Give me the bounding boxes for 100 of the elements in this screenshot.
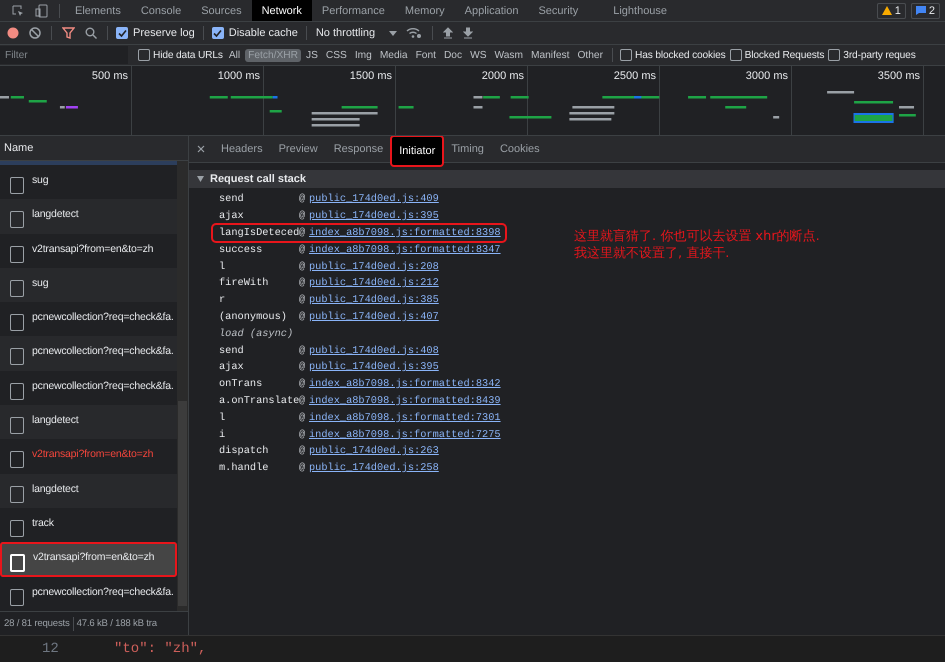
record-icon[interactable]: [7, 27, 19, 39]
source-link[interactable]: public_174d0ed.js:258: [309, 462, 439, 474]
warning-badge[interactable]: 1: [876, 2, 906, 18]
devtools-tab[interactable]: Console: [130, 0, 192, 21]
devtools-tab[interactable]: Performance: [312, 0, 395, 21]
checkbox[interactable]: [620, 49, 632, 61]
scrollbar[interactable]: [177, 161, 188, 611]
document-icon: [10, 246, 24, 263]
source-link[interactable]: public_174d0ed.js:408: [309, 344, 439, 357]
devtools-tab[interactable]: Elements: [65, 0, 131, 21]
source-link[interactable]: public_174d0ed.js:395: [309, 361, 439, 374]
detail-tab[interactable]: Preview: [270, 136, 326, 162]
source-link[interactable]: public_174d0ed.js:395: [309, 210, 439, 222]
checkbox[interactable]: [116, 27, 128, 39]
devtools-tab[interactable]: Application: [454, 0, 528, 21]
source-link[interactable]: index_a8b7098.js:formatted:7275: [309, 428, 501, 441]
detail-tab[interactable]: Initiator: [391, 136, 444, 166]
preserve-log-checkbox[interactable]: Preserve log: [116, 27, 195, 39]
filter-option-checkbox[interactable]: 3rd-party reques: [828, 49, 916, 61]
caret-icon: [389, 30, 398, 36]
type-filter-button[interactable]: WS: [467, 48, 490, 62]
type-filter-button[interactable]: Img: [352, 48, 375, 62]
function-name: m.handle: [219, 462, 270, 474]
device-toggle-icon[interactable]: [35, 4, 49, 18]
request-row[interactable]: sug: [0, 268, 177, 302]
function-name: a.onTranslate: [219, 394, 299, 407]
checkbox[interactable]: [138, 49, 150, 61]
filter-icon[interactable]: [62, 27, 75, 39]
source-link[interactable]: index_a8b7098.js:formatted:8439: [309, 394, 501, 407]
source-link[interactable]: public_174d0ed.js:409: [309, 193, 439, 206]
time-tick-label: 1000 ms: [218, 70, 260, 82]
devtools-tab[interactable]: Network: [252, 0, 312, 21]
filter-option-checkbox[interactable]: Has blocked cookies: [620, 49, 726, 61]
source-link[interactable]: public_174d0ed.js:212: [309, 277, 439, 290]
checkbox[interactable]: [828, 49, 840, 61]
badge-count: 1: [894, 4, 901, 16]
call-stack-header[interactable]: Request call stack: [189, 170, 945, 188]
source-link[interactable]: index_a8b7098.js:formatted:8398: [309, 226, 501, 239]
at-sign: @: [299, 310, 306, 323]
close-icon[interactable]: [197, 145, 205, 153]
filter-option-checkbox[interactable]: Blocked Requests: [730, 49, 824, 61]
request-row[interactable]: langdetect: [0, 474, 177, 508]
type-filter-button[interactable]: Other: [574, 48, 606, 62]
devtools-tab[interactable]: Sources: [191, 0, 252, 21]
devtools-tab[interactable]: Memory: [394, 0, 455, 21]
function-name: onTrans: [219, 378, 264, 390]
detail-tab[interactable]: Cookies: [492, 136, 548, 162]
line-number: 12: [41, 641, 60, 657]
type-filter-button[interactable]: JS: [302, 48, 321, 62]
function-name: dispatch: [219, 445, 270, 458]
source-link[interactable]: public_174d0ed.js:407: [309, 310, 439, 323]
message-badge[interactable]: 2: [910, 2, 940, 18]
document-icon: [10, 177, 24, 194]
checkbox[interactable]: [212, 27, 224, 39]
request-row[interactable]: langdetect: [0, 199, 177, 234]
source-link[interactable]: public_174d0ed.js:263: [309, 445, 439, 458]
wifi-settings-icon[interactable]: [406, 27, 422, 39]
type-filter-button[interactable]: CSS: [322, 48, 350, 62]
detail-tab[interactable]: Response: [326, 136, 392, 162]
source-link[interactable]: index_a8b7098.js:formatted:8347: [309, 244, 501, 256]
devtools-tab[interactable]: Security: [528, 0, 588, 21]
detail-tab[interactable]: Timing: [443, 136, 492, 162]
inspect-icon[interactable]: [11, 4, 25, 18]
download-icon[interactable]: [463, 27, 474, 39]
checkbox[interactable]: [730, 49, 742, 61]
source-link[interactable]: index_a8b7098.js:formatted:8342: [309, 378, 501, 390]
filter-field[interactable]: Filter: [0, 46, 128, 64]
search-icon[interactable]: [85, 27, 97, 39]
devtools-tab[interactable]: Lighthouse: [588, 0, 678, 21]
clear-icon[interactable]: [29, 27, 41, 39]
type-filter-button[interactable]: Manifest: [528, 48, 572, 62]
hide-data-urls-checkbox[interactable]: Hide data URLs: [138, 49, 223, 61]
at-sign: @: [299, 462, 306, 474]
time-tick-label: 2000 ms: [482, 70, 524, 82]
source-link[interactable]: public_174d0ed.js:385: [309, 294, 439, 306]
at-sign: @: [299, 361, 306, 374]
throttling-dropdown[interactable]: No throttling: [316, 27, 398, 39]
document-icon: [10, 451, 24, 468]
type-filter-button[interactable]: Doc: [440, 48, 466, 62]
at-sign: @: [299, 260, 306, 273]
request-row[interactable]: v2transapi?from=en&to=zh: [0, 542, 177, 577]
function-name: fireWith: [219, 277, 270, 290]
source-link[interactable]: index_a8b7098.js:formatted:7301: [309, 412, 501, 424]
document-icon: [10, 280, 24, 297]
type-filter-button[interactable]: Font: [412, 48, 439, 62]
source-link[interactable]: public_174d0ed.js:208: [309, 260, 439, 273]
disable-cache-checkbox[interactable]: Disable cache: [212, 27, 298, 39]
at-sign: @: [299, 428, 306, 441]
function-name: send: [219, 344, 245, 357]
type-filter-button[interactable]: All: [226, 48, 244, 62]
document-icon: [10, 348, 24, 366]
request-row[interactable]: langdetect: [0, 405, 177, 440]
name-column-header[interactable]: Name: [0, 136, 188, 161]
upload-icon[interactable]: [443, 27, 454, 39]
at-sign: @: [299, 210, 306, 222]
type-filter-button[interactable]: Media: [376, 48, 411, 62]
document-icon: [10, 486, 24, 503]
detail-tab[interactable]: Headers: [213, 136, 271, 162]
request-row[interactable]: pcnewcollection?req=check&fa.: [0, 336, 177, 371]
type-filter-button[interactable]: Wasm: [492, 48, 526, 62]
